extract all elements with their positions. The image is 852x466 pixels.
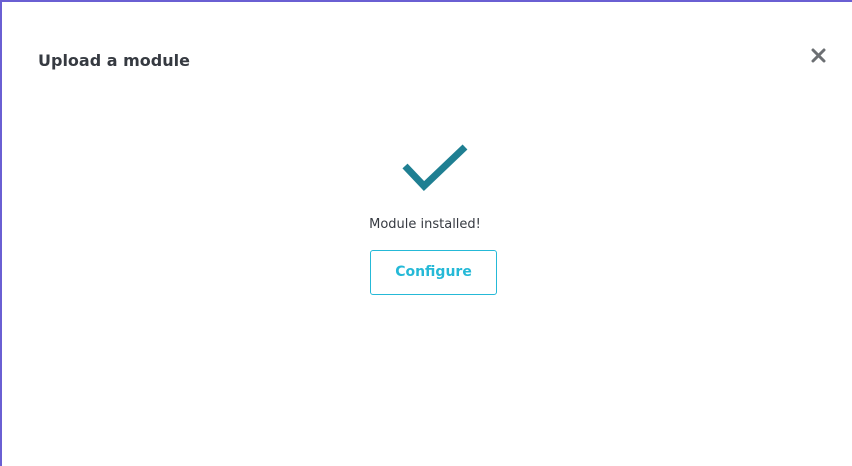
modal-header: Upload a module <box>2 2 852 102</box>
close-icon <box>811 48 826 63</box>
modal-title: Upload a module <box>38 51 190 70</box>
upload-module-modal: Upload a module Module installed! Config… <box>0 0 852 466</box>
modal-body: Module installed! Configure <box>2 102 852 402</box>
install-status-message: Module installed! <box>369 217 481 232</box>
close-button[interactable] <box>802 40 834 72</box>
checkmark-icon <box>402 144 468 191</box>
configure-button[interactable]: Configure <box>370 250 497 295</box>
